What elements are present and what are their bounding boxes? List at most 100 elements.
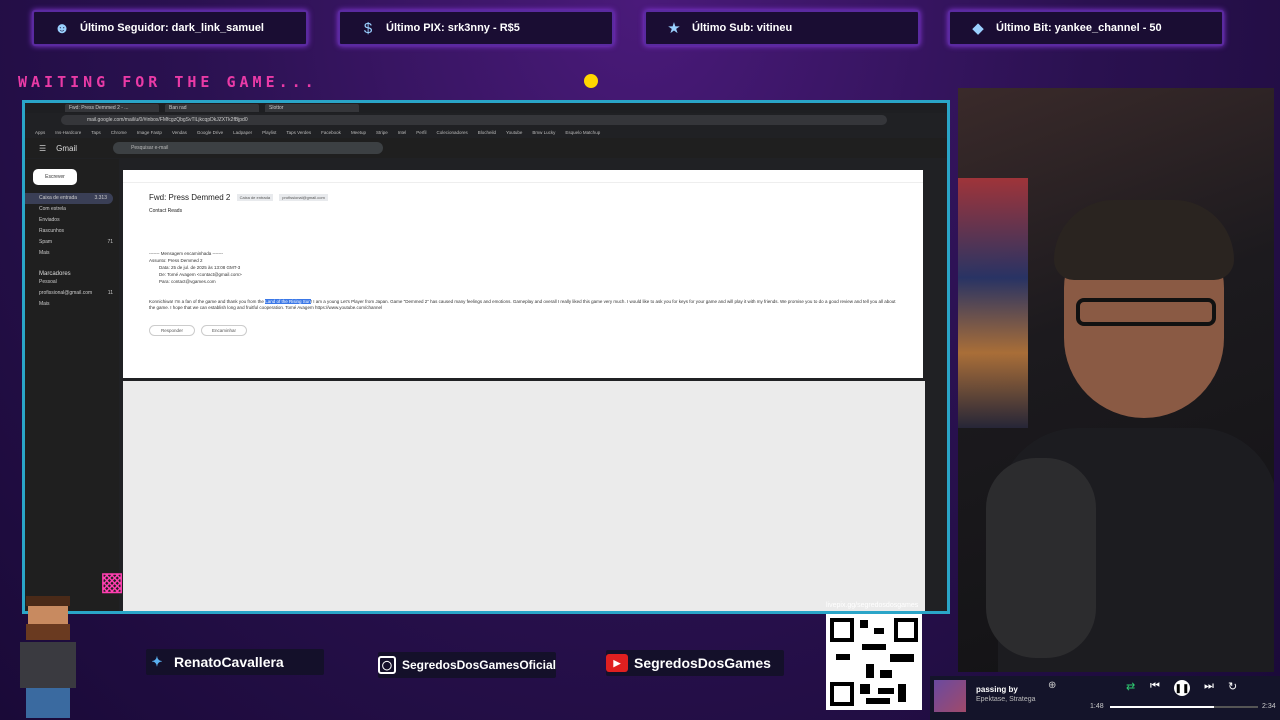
gmail-sidebar: Escrever Caixa de entrada 3.313 Com estre… — [25, 159, 119, 611]
qr-label: livepix.gg/segredosdosgames — [826, 602, 919, 609]
sidebar-item-label: Mais — [39, 301, 50, 307]
menu-icon[interactable]: ☰ — [39, 144, 46, 153]
email-sender[interactable]: Contact Reads — [149, 208, 923, 214]
sidebar-item-label: Pessoal — [39, 279, 57, 285]
dollar-icon: $ — [363, 19, 373, 37]
forward-from: De: Tomé Avagem <contact@gmail.com> — [159, 272, 242, 277]
forward-button[interactable]: Encaminhar — [201, 325, 247, 336]
track-artist: Epektase, Stratega — [976, 696, 1036, 703]
bookmark[interactable]: Intel — [398, 130, 407, 135]
twitter-icon: ✦ — [151, 654, 163, 669]
tab-bar: Fwd: Press Demmed 2 - ... Ban rad Slotto… — [25, 103, 947, 113]
sidebar-label-professional[interactable]: profissional@gmail.com 11 — [25, 288, 119, 299]
shuffle-icon[interactable]: ⇄ — [1126, 680, 1135, 693]
url-input[interactable]: mail.google.com/mail/u/0/#inbox/FMfcgzQb… — [61, 115, 887, 125]
browser-tab[interactable]: Slottor — [265, 104, 359, 112]
sidebar-item-sent[interactable]: Enviados — [25, 215, 119, 226]
bookmark[interactable]: Ladpaper — [233, 130, 252, 135]
wall-poster — [958, 178, 1028, 428]
sidebar-item-label: profissional@gmail.com — [39, 290, 93, 296]
sidebar-item-starred[interactable]: Com estrela — [25, 204, 119, 215]
sidebar-label-more[interactable]: Mais — [25, 299, 119, 310]
bookmark[interactable]: Taps — [91, 130, 101, 135]
stat-label: Último Seguidor: dark_link_samuel — [80, 22, 264, 34]
youtube-link[interactable]: ▶ SegredosDosGames — [606, 650, 784, 676]
total-time: 2:34 — [1262, 703, 1276, 710]
bookmark[interactable]: Playlist — [262, 130, 276, 135]
streamer-hair — [1054, 200, 1234, 280]
stat-label: Último Sub: vitineu — [692, 22, 793, 34]
youtube-icon: ▶ — [606, 654, 628, 672]
browser-tab[interactable]: Fwd: Press Demmed 2 - ... — [65, 104, 159, 112]
progress-bar[interactable] — [1110, 706, 1258, 708]
bookmark[interactable]: Vendas — [172, 130, 187, 135]
bookmark[interactable]: Perfil — [416, 130, 426, 135]
stat-last-sub: ★ Último Sub: vitineu — [644, 10, 920, 46]
repeat-icon[interactable]: ↻ — [1228, 680, 1237, 693]
label-tag[interactable]: profissional@gmail.com — [279, 194, 328, 202]
reply-button[interactable]: Responder — [149, 325, 195, 336]
next-icon[interactable]: ⏭ — [1204, 680, 1214, 693]
bookmark[interactable]: Colecionadores — [437, 130, 468, 135]
progress-fill — [1110, 706, 1214, 708]
twitter-link[interactable]: ✦ RenatoCavallera — [146, 649, 324, 675]
bookmark[interactable]: Youtube — [506, 130, 522, 135]
compose-button[interactable]: Escrever — [33, 169, 77, 185]
highlighted-text: Land of the Rising Sun — [265, 299, 311, 304]
sidebar-item-label: Enviados — [39, 217, 60, 223]
bookmark[interactable]: Blocheild — [478, 130, 496, 135]
bookmark[interactable]: Stripe — [376, 130, 388, 135]
subject-text: Fwd: Press Demmed 2 — [149, 193, 231, 202]
gmail-header: ☰ Gmail Pesquisar e-mail — [25, 138, 947, 158]
forward-date: Data: 25 de jul. de 2025 às 13:08 GMT-3 — [159, 265, 241, 270]
bookmark[interactable]: Bmw Lucky — [532, 130, 555, 135]
bookmark[interactable]: Esquelo Matchup — [565, 130, 600, 135]
microphone — [986, 458, 1096, 658]
sidebar-label-personal[interactable]: Pessoal — [25, 277, 119, 288]
bookmark[interactable]: Chrome — [111, 130, 127, 135]
bookmark[interactable]: Google Drive — [197, 130, 223, 135]
add-icon[interactable]: ⊕ — [1048, 680, 1056, 691]
bookmark[interactable]: Ins-Hardcore — [55, 130, 81, 135]
sidebar-item-inbox[interactable]: Caixa de entrada 3.313 — [25, 193, 113, 204]
bookmark[interactable]: Image Fastp — [137, 130, 162, 135]
sidebar-item-drafts[interactable]: Rascunhos — [25, 226, 119, 237]
bookmark[interactable]: Apps — [35, 130, 45, 135]
search-input[interactable]: Pesquisar e-mail — [113, 142, 384, 154]
album-art — [934, 680, 966, 712]
track-title: passing by — [976, 685, 1018, 694]
email-subject: Fwd: Press Demmed 2 Caixa de entrada pro… — [149, 193, 923, 202]
bookmark[interactable]: Facebook — [321, 130, 341, 135]
body-text: Konnichiwa! I'm a fan of the game and th… — [149, 299, 266, 304]
stat-label: Último Bit: yankee_channel - 50 — [996, 22, 1162, 34]
pause-icon[interactable]: ❚❚ — [1174, 680, 1190, 696]
sidebar-item-spam[interactable]: Spam 71 — [25, 237, 119, 248]
diamond-icon: ◆ — [972, 20, 984, 37]
stat-last-pix: $ Último PIX: srk3nny - R$5 — [338, 10, 614, 46]
previous-icon[interactable]: ⏮ — [1150, 680, 1160, 693]
stat-last-follower: ☻ Último Seguidor: dark_link_samuel — [32, 10, 308, 46]
sidebar-item-label: Rascunhos — [39, 228, 65, 234]
bookmark[interactable]: Taps Verdes — [286, 130, 311, 135]
forward-subject: Assunto: Press Demmed 2 — [149, 258, 203, 263]
browser-tab[interactable]: Ban rad — [165, 104, 259, 112]
youtube-handle: SegredosDosGames — [634, 655, 771, 671]
sidebar-item-count: 3.313 — [94, 195, 107, 201]
sidebar-item-label: Com estrela — [39, 206, 66, 212]
twitter-handle: RenatoCavallera — [174, 654, 284, 670]
instagram-icon: ◯ — [378, 656, 396, 674]
sidebar-item-label: Mais — [39, 250, 50, 256]
sidebar-item-more[interactable]: Mais — [25, 248, 119, 259]
label-tag[interactable]: Caixa de entrada — [236, 194, 274, 202]
instagram-link[interactable]: ◯ SegredosDosGamesOficial — [378, 652, 556, 678]
browser-window: Fwd: Press Demmed 2 - ... Ban rad Slotto… — [22, 100, 950, 614]
pacman-icon — [584, 74, 598, 88]
email-toolbar — [123, 170, 923, 183]
stat-last-bit: ◆ Último Bit: yankee_channel - 50 — [948, 10, 1224, 46]
qr-code — [826, 614, 922, 710]
gmail-logo[interactable]: Gmail — [56, 144, 77, 153]
forward-header: ------- Mensagem encaminhada ------- — [149, 251, 224, 256]
waiting-banner: WAITING FOR THE GAME... — [18, 73, 318, 91]
music-player: passing by Epektase, Stratega ⊕ ⇄ ⏮ ❚❚ ⏭… — [930, 676, 1280, 720]
bookmark[interactable]: Meetup — [351, 130, 366, 135]
